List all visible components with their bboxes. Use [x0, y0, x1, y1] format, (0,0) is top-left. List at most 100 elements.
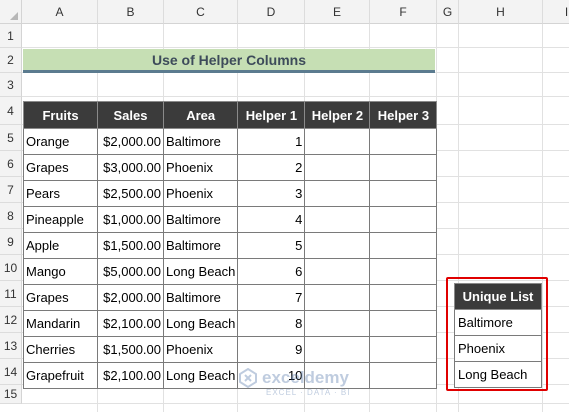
area-cell[interactable]: Long Beach: [162, 310, 239, 337]
row-header-11[interactable]: 11: [0, 281, 22, 307]
table-row: Orange $2,000.00 Baltimore 1: [23, 128, 438, 155]
area-cell[interactable]: Phoenix: [162, 180, 239, 207]
helper-3-cell[interactable]: [369, 206, 438, 233]
sales-cell[interactable]: $2,100.00: [97, 362, 164, 389]
area-cell[interactable]: Baltimore: [162, 206, 239, 233]
fruit-cell[interactable]: Pears: [23, 180, 98, 207]
fruit-cell[interactable]: Apple: [23, 232, 98, 259]
sales-cell[interactable]: $1,500.00: [97, 336, 164, 363]
sales-cell[interactable]: $2,100.00: [97, 310, 164, 337]
helper-1-cell[interactable]: 8: [237, 310, 306, 337]
column-header-f[interactable]: F: [370, 0, 437, 24]
fruit-cell[interactable]: Grapes: [23, 154, 98, 181]
row-header-10[interactable]: 10: [0, 255, 22, 281]
table-row: Grapes $3,000.00 Phoenix 2: [23, 154, 438, 181]
fruit-cell[interactable]: Orange: [23, 128, 98, 155]
column-header-g[interactable]: G: [437, 0, 459, 24]
select-all-corner[interactable]: [0, 0, 22, 24]
helper-2-cell[interactable]: [304, 310, 371, 337]
helper-1-cell[interactable]: 1: [237, 128, 306, 155]
area-cell[interactable]: Phoenix: [162, 154, 239, 181]
helper-2-cell[interactable]: [304, 128, 371, 155]
row-header-12[interactable]: 12: [0, 307, 22, 333]
unique-list-header[interactable]: Unique List: [454, 283, 542, 310]
helper-3-cell[interactable]: [369, 232, 438, 259]
helper-3-cell[interactable]: [369, 180, 438, 207]
helper-3-cell[interactable]: [369, 258, 438, 285]
row-header-9[interactable]: 9: [0, 229, 22, 255]
table-row: Apple $1,500.00 Baltimore 5: [23, 232, 438, 259]
header-fruits[interactable]: Fruits: [23, 101, 98, 129]
helper-3-cell[interactable]: [369, 128, 438, 155]
table-row: Grapes $2,000.00 Baltimore 7: [23, 284, 438, 311]
fruit-cell[interactable]: Cherries: [23, 336, 98, 363]
helper-3-cell[interactable]: [369, 154, 438, 181]
row-header-14[interactable]: 14: [0, 359, 22, 385]
column-header-i[interactable]: I: [543, 0, 569, 24]
row-header-15[interactable]: 15: [0, 385, 22, 404]
area-cell[interactable]: Long Beach: [162, 258, 239, 285]
header-helper-2[interactable]: Helper 2: [304, 101, 371, 129]
row-header-6[interactable]: 6: [0, 151, 22, 177]
helper-2-cell[interactable]: [304, 284, 371, 311]
sales-cell[interactable]: $2,000.00: [97, 128, 164, 155]
header-sales[interactable]: Sales: [97, 101, 164, 129]
row-header-1[interactable]: 1: [0, 24, 22, 48]
fruit-cell[interactable]: Mandarin: [23, 310, 98, 337]
column-header-h[interactable]: H: [459, 0, 543, 24]
header-helper-3[interactable]: Helper 3: [369, 101, 438, 129]
fruit-cell[interactable]: Pineapple: [23, 206, 98, 233]
column-header-a[interactable]: A: [22, 0, 98, 24]
helper-3-cell[interactable]: [369, 362, 438, 389]
area-cell[interactable]: Long Beach: [162, 362, 239, 389]
sales-cell[interactable]: $2,500.00: [97, 180, 164, 207]
fruit-cell[interactable]: Mango: [23, 258, 98, 285]
helper-2-cell[interactable]: [304, 180, 371, 207]
unique-list-item[interactable]: Phoenix: [454, 335, 542, 362]
helper-1-cell[interactable]: 2: [237, 154, 306, 181]
header-helper-1[interactable]: Helper 1: [237, 101, 306, 129]
header-area[interactable]: Area: [162, 101, 239, 129]
area-cell[interactable]: Phoenix: [162, 336, 239, 363]
helper-1-cell[interactable]: 6: [237, 258, 306, 285]
helper-1-cell[interactable]: 9: [237, 336, 306, 363]
row-header-7[interactable]: 7: [0, 177, 22, 203]
helper-1-cell[interactable]: 3: [237, 180, 306, 207]
helper-1-cell[interactable]: 5: [237, 232, 306, 259]
helper-2-cell[interactable]: [304, 154, 371, 181]
row-header-2[interactable]: 2: [0, 48, 22, 73]
fruit-cell[interactable]: Grapes: [23, 284, 98, 311]
sales-cell[interactable]: $5,000.00: [97, 258, 164, 285]
area-cell[interactable]: Baltimore: [162, 232, 239, 259]
sheet-title[interactable]: Use of Helper Columns: [23, 49, 435, 73]
sales-cell[interactable]: $1,000.00: [97, 206, 164, 233]
helper-1-cell[interactable]: 4: [237, 206, 306, 233]
fruit-cell[interactable]: Grapefruit: [23, 362, 98, 389]
sales-cell[interactable]: $2,000.00: [97, 284, 164, 311]
helper-3-cell[interactable]: [369, 284, 438, 311]
column-header-e[interactable]: E: [305, 0, 370, 24]
column-header-c[interactable]: C: [164, 0, 238, 24]
helper-3-cell[interactable]: [369, 310, 438, 337]
helper-1-cell[interactable]: 7: [237, 284, 306, 311]
watermark-brand: exceldemy: [262, 368, 349, 387]
helper-2-cell[interactable]: [304, 232, 371, 259]
area-cell[interactable]: Baltimore: [162, 284, 239, 311]
unique-list-item[interactable]: Baltimore: [454, 309, 542, 336]
sales-cell[interactable]: $3,000.00: [97, 154, 164, 181]
row-header-13[interactable]: 13: [0, 333, 22, 359]
column-header-b[interactable]: B: [98, 0, 164, 24]
column-header-d[interactable]: D: [238, 0, 305, 24]
row-header-4[interactable]: 4: [0, 97, 22, 125]
helper-2-cell[interactable]: [304, 206, 371, 233]
sales-cell[interactable]: $1,500.00: [97, 232, 164, 259]
row-header-8[interactable]: 8: [0, 203, 22, 229]
row-header-5[interactable]: 5: [0, 125, 22, 151]
area-cell[interactable]: Baltimore: [162, 128, 239, 155]
exceldemy-logo-icon: [239, 368, 257, 388]
helper-3-cell[interactable]: [369, 336, 438, 363]
unique-list-item[interactable]: Long Beach: [454, 361, 542, 388]
row-header-3[interactable]: 3: [0, 73, 22, 97]
helper-2-cell[interactable]: [304, 258, 371, 285]
helper-2-cell[interactable]: [304, 336, 371, 363]
